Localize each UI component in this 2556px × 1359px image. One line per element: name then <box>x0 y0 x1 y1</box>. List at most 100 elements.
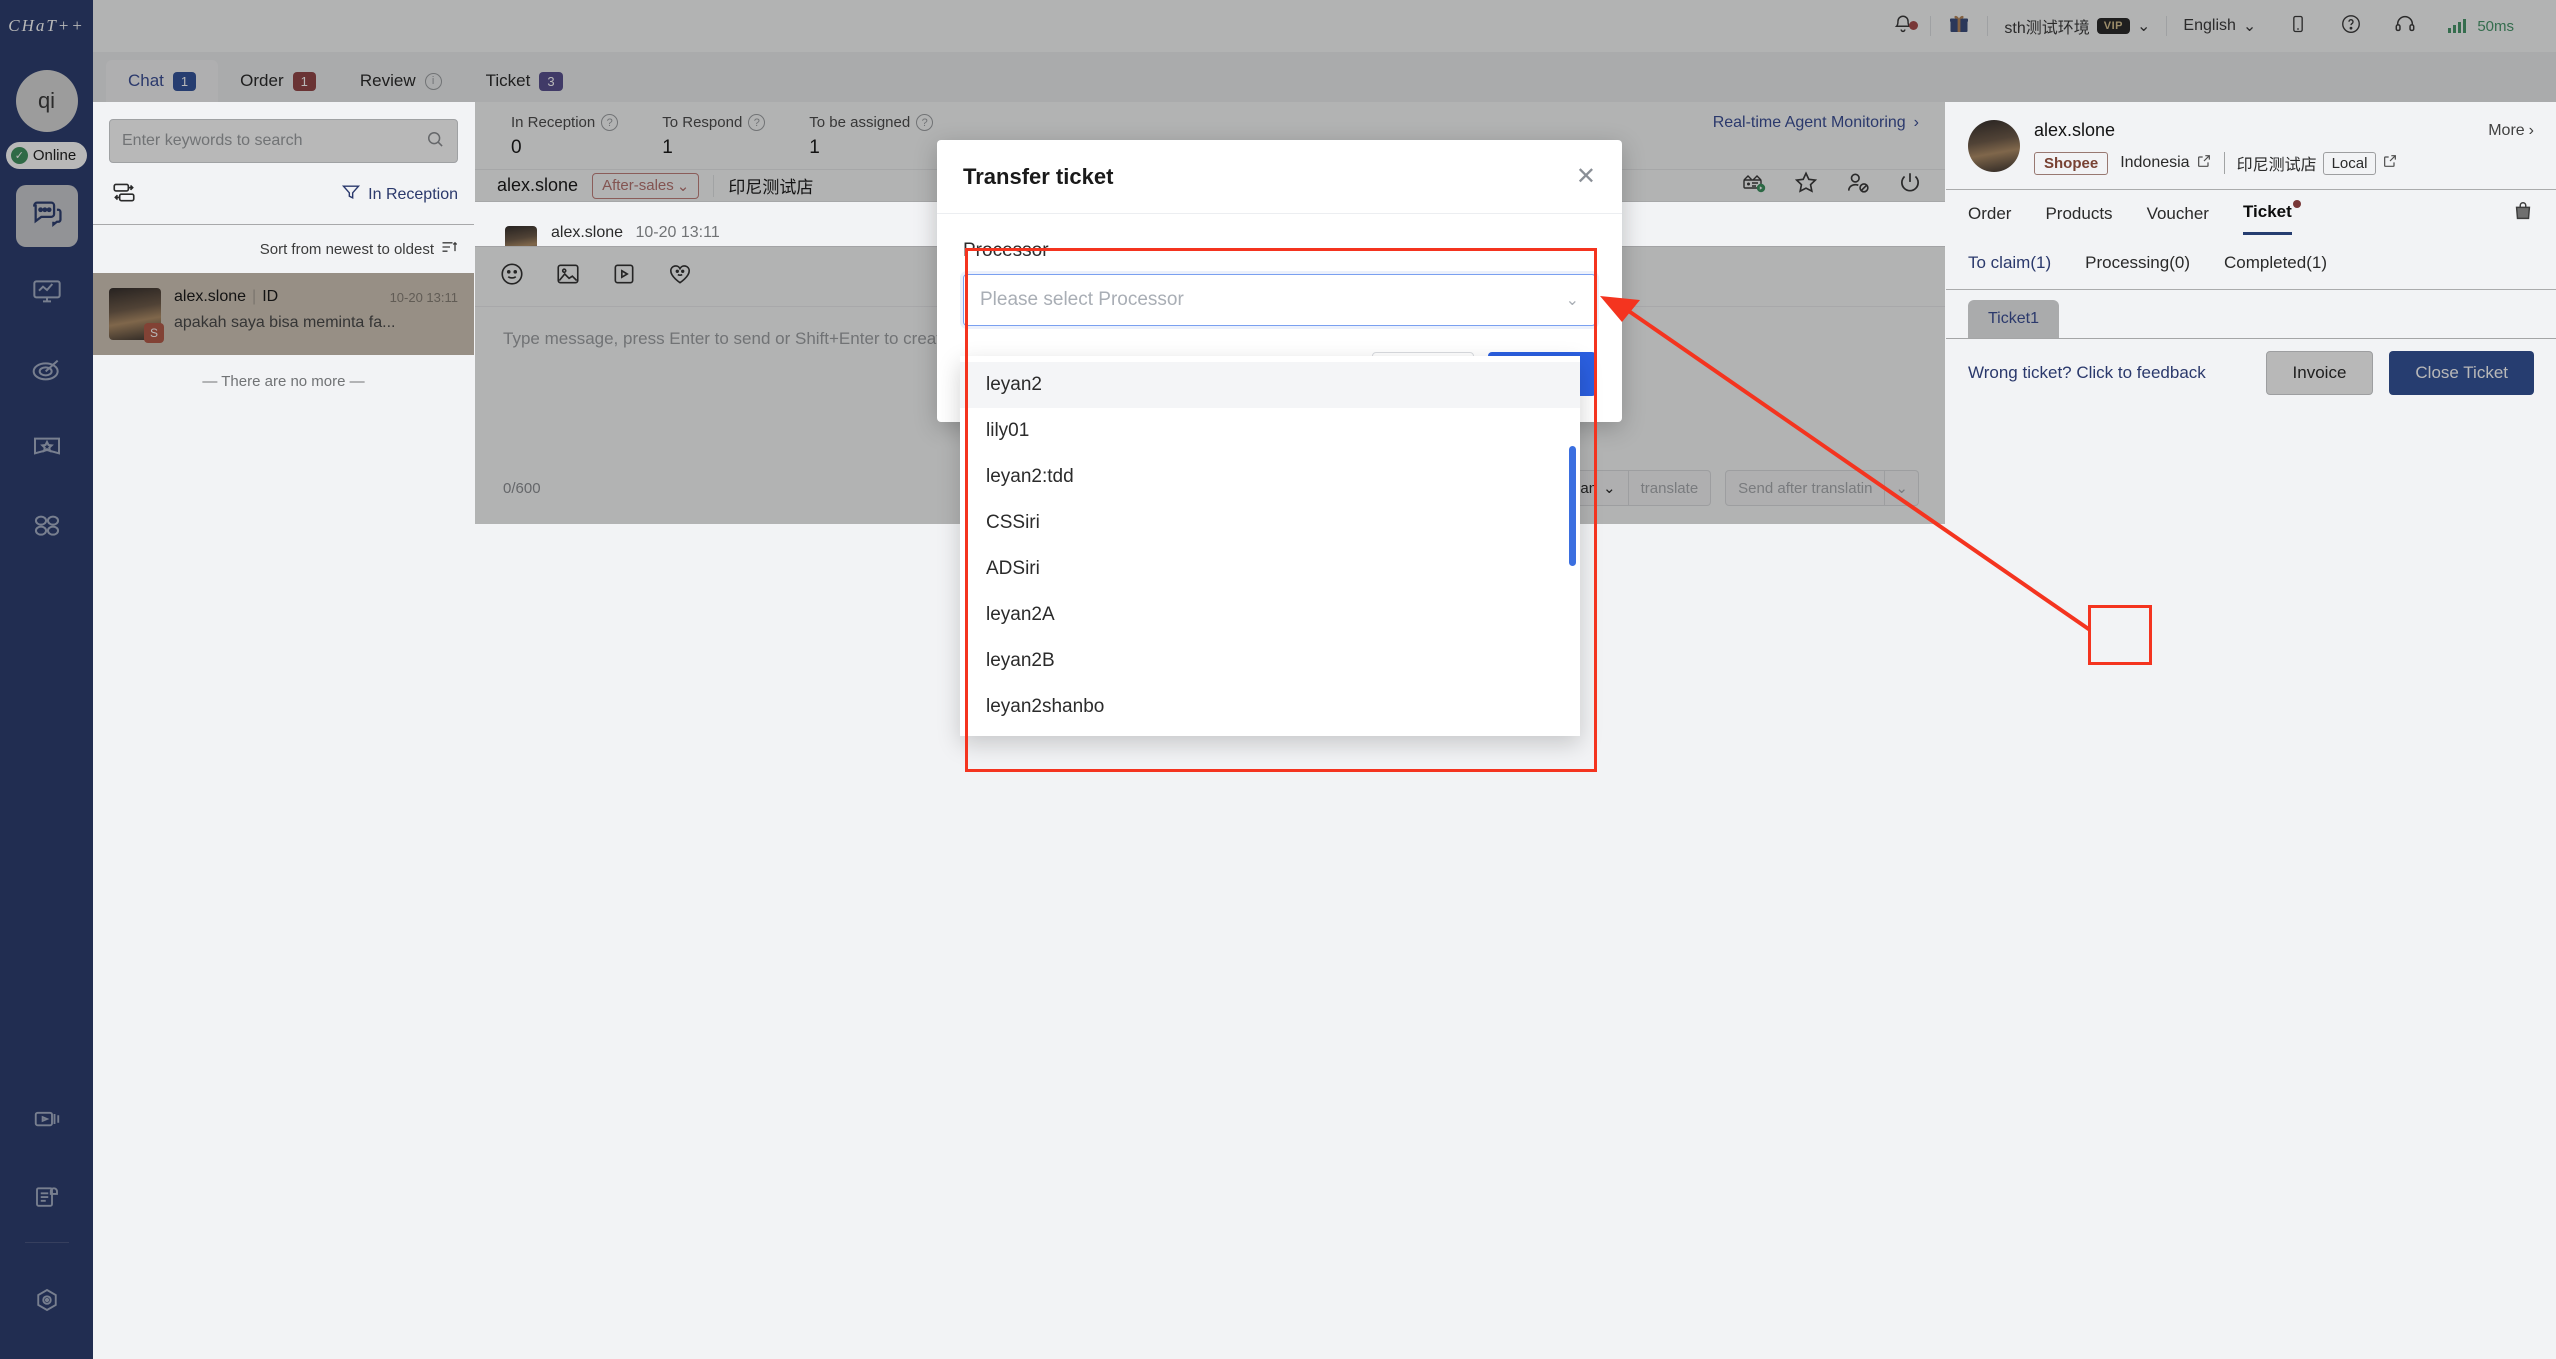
translate-button[interactable]: translate <box>1628 470 1712 506</box>
check-icon: ✓ <box>10 147 28 164</box>
sticker-icon[interactable] <box>667 261 693 292</box>
emoji-icon[interactable] <box>499 261 525 292</box>
send-after-translate-button[interactable]: Send after translatin <box>1725 470 1886 506</box>
video-icon[interactable] <box>611 261 637 292</box>
tab-order[interactable]: Order <box>1968 204 2011 234</box>
dropdown-option[interactable]: CSSiri <box>960 500 1580 546</box>
tab-order[interactable]: Order 1 <box>218 60 338 102</box>
platform-badge: Shopee <box>2034 151 2109 175</box>
account-switcher[interactable]: sth测试环境 VIP ⌄ <box>1988 14 2166 38</box>
subtab-processing[interactable]: Processing(0) <box>2085 253 2190 273</box>
dropdown-option[interactable]: lily01 <box>960 408 1580 454</box>
tab-voucher[interactable]: Voucher <box>2147 204 2209 234</box>
processor-select[interactable]: Please select Processor ⌄ <box>963 274 1596 326</box>
stat-to-respond: To Respond ? 1 <box>640 114 787 159</box>
shop-scope-badge: Local <box>2322 151 2377 175</box>
more-button[interactable]: More › <box>2488 122 2534 140</box>
after-sales-label: After-sales <box>602 177 674 194</box>
transfer-icon[interactable] <box>111 179 137 210</box>
status-label: Online <box>32 147 77 164</box>
main-tabs: Chat 1 Order 1 Review i Ticket 3 <box>93 52 2556 102</box>
sidebar-item-quality[interactable] <box>16 419 78 481</box>
subtab-to-claim[interactable]: To claim(1) <box>1968 253 2051 273</box>
close-ticket-button[interactable]: Close Ticket <box>2389 351 2534 395</box>
tab-ticket[interactable]: Ticket 3 <box>464 60 585 102</box>
sidebar-item-video[interactable] <box>16 1090 78 1152</box>
stat-value: 1 <box>662 137 673 158</box>
help-button[interactable] <box>2324 13 2378 40</box>
house-online-icon[interactable] <box>1741 170 1767 201</box>
filter-label: In Reception <box>368 185 458 203</box>
avatar[interactable]: qi <box>15 70 78 132</box>
modal-title: Transfer ticket <box>963 163 1114 189</box>
chevron-down-icon: ⌄ <box>2137 18 2151 35</box>
sidebar-item-notice[interactable] <box>16 1168 78 1230</box>
avatar <box>505 226 537 246</box>
after-sales-dropdown[interactable]: After-sales ⌄ <box>592 172 700 199</box>
unread-dot <box>2292 200 2301 208</box>
support-button[interactable] <box>2378 13 2432 40</box>
top-bar: sth测试环境 VIP ⌄ English ⌄ 50ms <box>93 0 2556 52</box>
badge-star-icon <box>31 432 63 469</box>
customer-name: alex.slone <box>497 175 579 195</box>
more-label: More <box>2488 121 2525 139</box>
shop-link[interactable]: 印尼测试店 Local <box>2237 151 2399 175</box>
end-of-list-label: There are no more <box>221 373 346 390</box>
tab-products[interactable]: Products <box>2045 204 2112 234</box>
sidebar-item-apps[interactable] <box>16 497 78 559</box>
shop-label: 印尼测试店 <box>2236 157 2317 174</box>
close-icon[interactable]: ✕ <box>1576 162 1596 191</box>
subtab-completed[interactable]: Completed(1) <box>2224 253 2327 273</box>
dropdown-option[interactable]: leyan2shanbo <box>960 684 1580 730</box>
chevron-down-icon: ⌄ <box>676 177 690 195</box>
gifts-button[interactable] <box>1931 12 1987 41</box>
power-icon[interactable] <box>1897 170 1923 201</box>
mobile-button[interactable] <box>2272 14 2324 39</box>
dropdown-option[interactable]: leyan2A <box>960 592 1580 638</box>
send-options-button[interactable]: ⌄ <box>1885 470 1919 506</box>
sidebar-item-chat[interactable] <box>15 185 78 247</box>
dropdown-option[interactable]: leyan2B <box>960 638 1580 684</box>
stat-value: 0 <box>511 137 522 158</box>
shopping-bag-icon[interactable] <box>2512 200 2534 237</box>
ticket-tab-1[interactable]: Ticket1 <box>1968 300 2059 338</box>
dropdown-option[interactable]: leyan2 <box>960 362 1580 408</box>
dropdown-option[interactable]: leyan2:tdd <box>960 454 1580 500</box>
translate-label: translate <box>1640 479 1699 497</box>
list-item[interactable]: alex.slone|ID 10-20 13:11 apakah saya bi… <box>93 273 474 355</box>
tab-ticket[interactable]: Ticket <box>2242 200 2301 235</box>
sort-control[interactable]: Sort from newest to oldest <box>93 225 474 273</box>
tab-review[interactable]: Review i <box>338 60 464 102</box>
sort-label: Sort from newest to oldest <box>259 240 434 258</box>
sidebar-item-settings[interactable] <box>16 1271 78 1333</box>
detail-tabs: Order Products Voucher Ticket <box>1946 189 2556 237</box>
customer-name: alex.slone <box>2034 120 2116 140</box>
status-badge[interactable]: ✓ Online <box>5 142 88 169</box>
tab-chat[interactable]: Chat 1 <box>106 60 219 102</box>
image-icon[interactable] <box>555 261 581 292</box>
chevron-down-icon: ⌄ <box>1603 480 1616 497</box>
processor-dropdown: leyan2 lily01 leyan2:tdd CSSiri ADSiri l… <box>960 356 1580 736</box>
stat-label: To be assigned <box>809 114 911 131</box>
stat-label: To Respond <box>662 114 743 131</box>
sidebar-item-monitor[interactable] <box>16 263 78 325</box>
search-input[interactable]: Enter keywords to search <box>109 119 458 163</box>
invoice-button[interactable]: Invoice <box>2265 351 2374 395</box>
filter-in-reception[interactable]: In Reception <box>341 182 458 207</box>
country-link[interactable]: Indonesia <box>2120 153 2211 174</box>
dropdown-option[interactable]: ADSiri <box>960 546 1580 592</box>
user-block-icon[interactable] <box>1845 170 1871 201</box>
language-switcher[interactable]: English ⌄ <box>2167 16 2272 36</box>
star-icon[interactable] <box>1793 170 1819 201</box>
monitor-chart-icon <box>31 276 63 313</box>
sidebar-item-target[interactable] <box>16 341 78 403</box>
grid-apps-icon <box>31 510 63 547</box>
tab-label: Order <box>1968 203 2012 223</box>
agent-monitoring-link[interactable]: Real-time Agent Monitoring › <box>1713 114 1945 132</box>
message-time: 10-20 13:11 <box>635 224 720 241</box>
dropdown-scrollbar[interactable] <box>1569 446 1576 566</box>
feedback-link[interactable]: Wrong ticket? Click to feedback <box>1968 363 2206 383</box>
tab-badge: 1 <box>292 71 316 91</box>
target-icon <box>31 354 63 391</box>
notifications-button[interactable] <box>1876 13 1930 40</box>
